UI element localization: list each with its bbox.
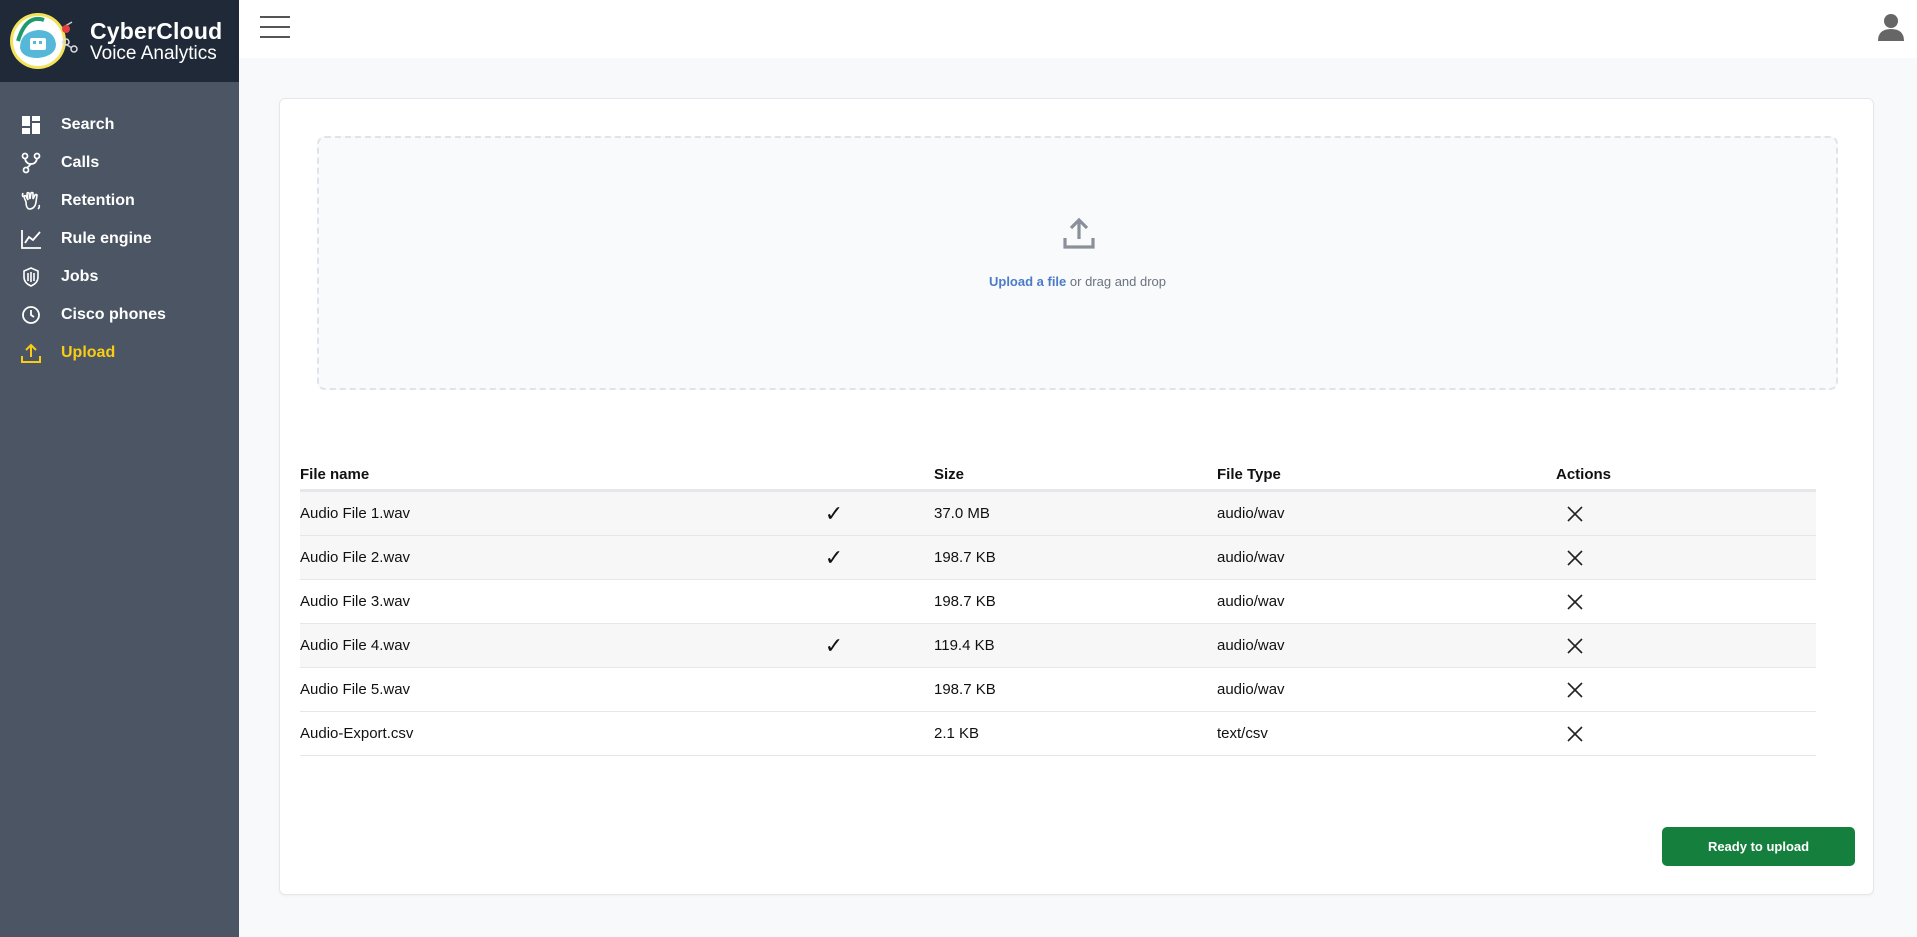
file-name: Audio File 1.wav	[300, 490, 734, 536]
file-name: Audio File 4.wav	[300, 623, 734, 668]
check-icon: ✓	[734, 490, 934, 536]
sidebar-item-retention[interactable]: Retention	[0, 182, 239, 220]
sidebar-item-jobs[interactable]: Jobs	[0, 258, 239, 296]
remove-file-icon[interactable]	[1566, 593, 1584, 611]
table-row: Audio-Export.csv 2.1 KB text/csv	[300, 711, 1816, 756]
file-name: Audio File 3.wav	[300, 579, 734, 624]
check-icon: ✓	[734, 535, 934, 580]
table-row: Audio File 2.wav ✓ 198.7 KB audio/wav	[300, 535, 1816, 580]
file-name: Audio File 2.wav	[300, 535, 734, 580]
check-icon	[734, 667, 934, 712]
file-size: 198.7 KB	[934, 667, 1217, 712]
sidebar-item-rule-engine[interactable]: Rule engine	[0, 220, 239, 258]
sidebar-item-label: Calls	[61, 154, 100, 171]
col-size: Size	[934, 449, 1217, 492]
ready-to-upload-button[interactable]: Ready to upload	[1662, 827, 1855, 866]
sidebar-item-cisco-phones[interactable]: Cisco phones	[0, 296, 239, 334]
brand-title: CyberCloud	[90, 17, 223, 44]
sidebar: CyberCloud Voice Analytics Search Calls …	[0, 0, 239, 937]
col-file-name: File name	[300, 449, 734, 492]
check-icon	[734, 711, 934, 756]
sidebar-item-search[interactable]: Search	[0, 106, 239, 144]
file-size: 198.7 KB	[934, 579, 1217, 624]
file-name: Audio-Export.csv	[300, 711, 734, 756]
brand-subtitle: Voice Analytics	[90, 42, 217, 64]
remove-file-icon[interactable]	[1566, 549, 1584, 567]
file-type: audio/wav	[1217, 490, 1556, 536]
user-avatar-icon[interactable]	[1878, 13, 1904, 41]
upload-cloud-icon	[1063, 217, 1095, 249]
check-icon	[734, 579, 934, 624]
upload-icon	[20, 342, 42, 364]
file-size: 2.1 KB	[934, 711, 1217, 756]
cybercloud-logo-icon	[10, 13, 78, 69]
col-status	[734, 449, 934, 492]
remove-file-icon[interactable]	[1566, 505, 1584, 523]
sidebar-item-label: Rule engine	[61, 230, 152, 247]
file-name: Audio File 5.wav	[300, 667, 734, 712]
drag-drop-text: or drag and drop	[1066, 274, 1167, 289]
sidebar-nav: Search Calls Retention Rule engine Jobs	[0, 82, 239, 372]
shield-icon	[20, 266, 42, 288]
sidebar-item-calls[interactable]: Calls	[0, 144, 239, 182]
brand-bar: CyberCloud Voice Analytics	[0, 0, 239, 82]
sidebar-item-label: Jobs	[61, 268, 99, 285]
table-row: Audio File 1.wav ✓ 37.0 MB audio/wav	[300, 490, 1816, 536]
hand-icon	[20, 190, 42, 212]
line-chart-icon	[20, 228, 42, 250]
file-type: audio/wav	[1217, 667, 1556, 712]
upload-file-link[interactable]: Upload a file	[989, 274, 1066, 289]
col-actions: Actions	[1556, 449, 1816, 492]
top-bar	[239, 0, 1917, 58]
file-dropzone[interactable]: Upload a file or drag and drop	[317, 136, 1838, 390]
upload-card: Upload a file or drag and drop File name…	[279, 98, 1874, 895]
remove-file-icon[interactable]	[1566, 637, 1584, 655]
table-header-row: File name Size File Type Actions	[300, 449, 1816, 492]
file-size: 119.4 KB	[934, 623, 1217, 668]
sidebar-item-label: Cisco phones	[61, 306, 166, 323]
sidebar-item-label: Search	[61, 116, 115, 133]
file-type: audio/wav	[1217, 623, 1556, 668]
sidebar-item-upload[interactable]: Upload	[0, 334, 239, 372]
table-row: Audio File 3.wav 198.7 KB audio/wav	[300, 579, 1816, 624]
file-type: text/csv	[1217, 711, 1556, 756]
branch-icon	[20, 152, 42, 174]
clock-icon	[20, 304, 42, 326]
col-file-type: File Type	[1217, 449, 1556, 492]
remove-file-icon[interactable]	[1566, 681, 1584, 699]
file-type: audio/wav	[1217, 579, 1556, 624]
sidebar-item-label: Retention	[61, 192, 135, 209]
file-type: audio/wav	[1217, 535, 1556, 580]
remove-file-icon[interactable]	[1566, 725, 1584, 743]
sidebar-item-label: Upload	[61, 344, 116, 361]
dropzone-text: Upload a file or drag and drop	[319, 274, 1836, 289]
check-icon: ✓	[734, 623, 934, 668]
table-row: Audio File 5.wav 198.7 KB audio/wav	[300, 667, 1816, 712]
table-row: Audio File 4.wav ✓ 119.4 KB audio/wav	[300, 623, 1816, 668]
file-size: 198.7 KB	[934, 535, 1217, 580]
file-size: 37.0 MB	[934, 490, 1217, 536]
file-table: File name Size File Type Actions Audio F…	[300, 449, 1816, 756]
grid-icon	[20, 114, 42, 136]
hamburger-menu-icon[interactable]	[260, 15, 290, 39]
